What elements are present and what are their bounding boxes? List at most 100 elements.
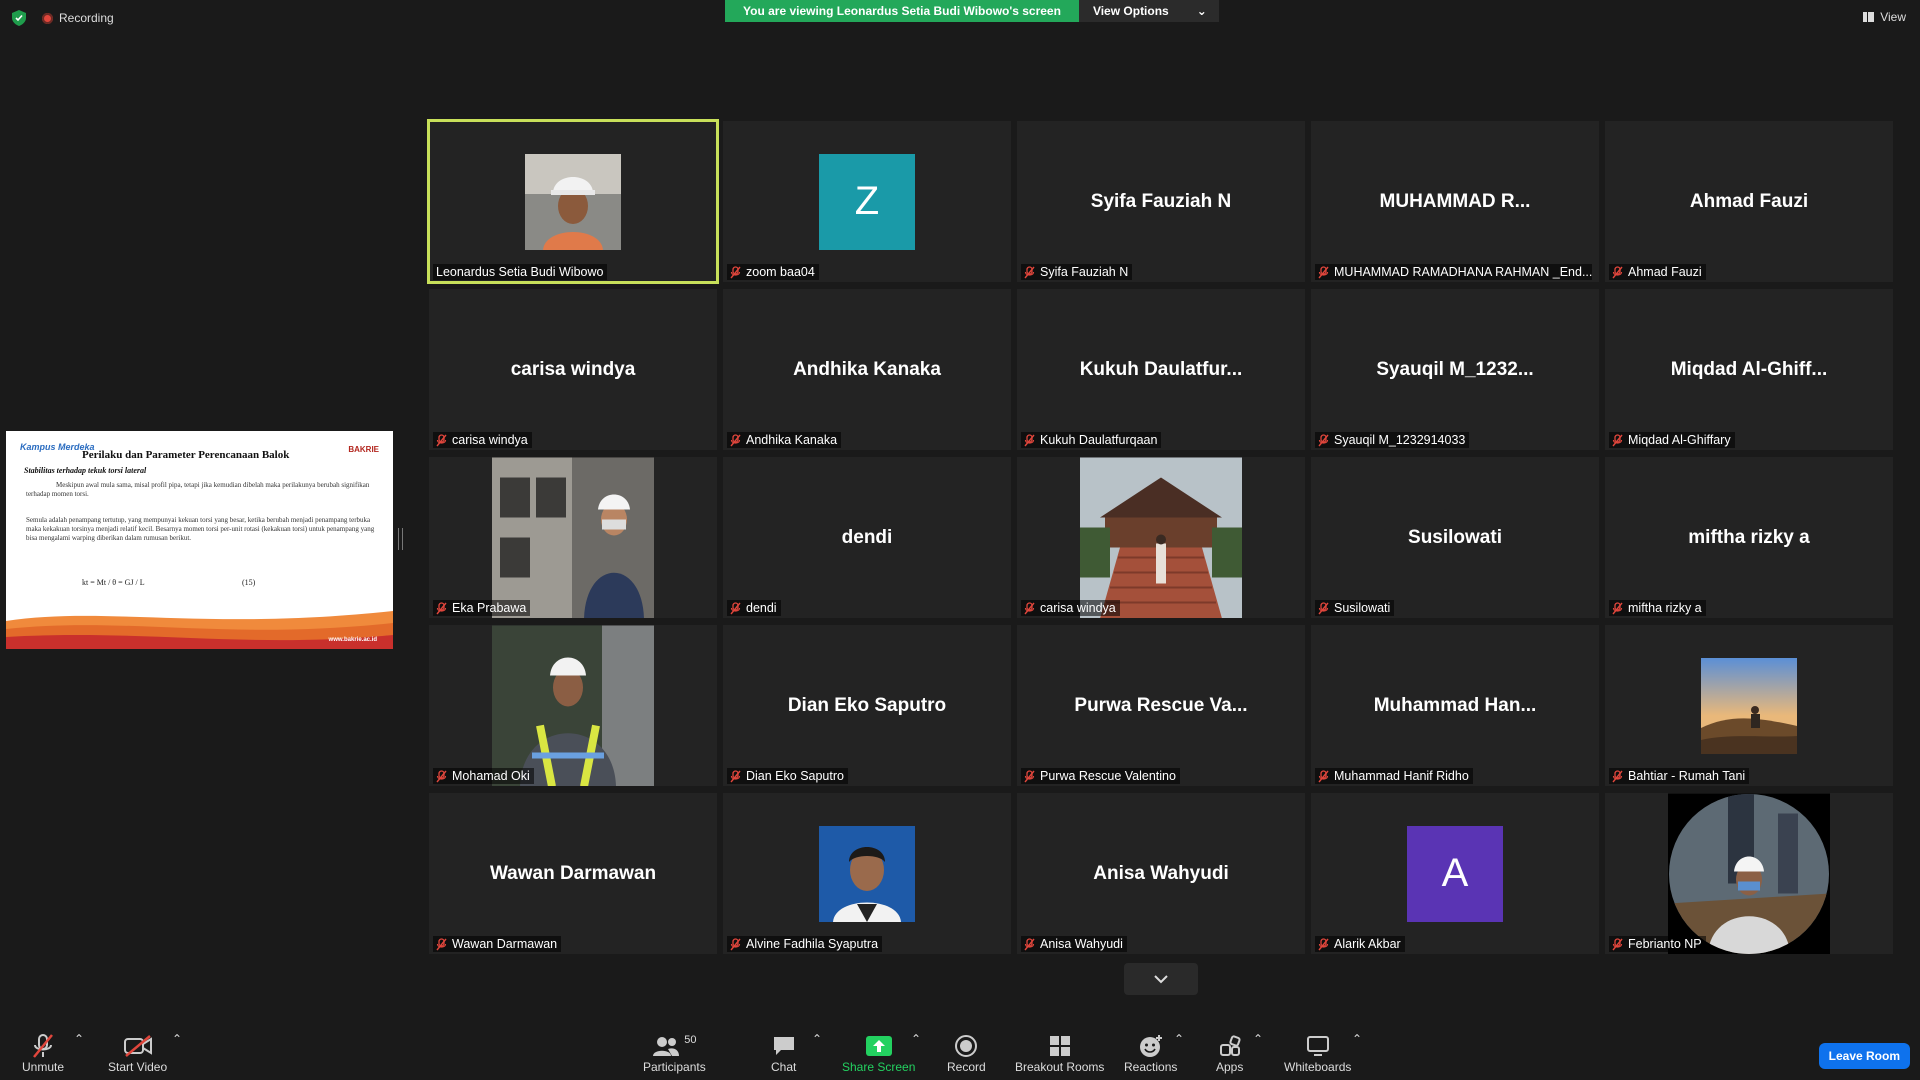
- participant-display-name: dendi: [841, 526, 893, 548]
- participant-tile[interactable]: Alvine Fadhila Syaputra: [723, 793, 1011, 954]
- chevron-down-icon: ⌄: [1196, 4, 1207, 18]
- participant-name: Miqdad Al-Ghiffary: [1628, 433, 1731, 447]
- participant-name: Febrianto NP: [1628, 937, 1702, 951]
- share-screen-button[interactable]: Share Screen: [842, 1032, 915, 1074]
- participant-name-label: Mohamad Oki: [433, 768, 534, 784]
- apps-button[interactable]: Apps: [1216, 1032, 1243, 1074]
- participant-tile[interactable]: A Alarik Akbar: [1311, 793, 1599, 954]
- participant-display-name: Wawan Darmawan: [489, 862, 657, 884]
- slide-paragraph-1: Meskipun awal mula sama, misal profil pi…: [26, 481, 370, 498]
- record-icon: [955, 1035, 978, 1057]
- whiteboards-button[interactable]: Whiteboards: [1284, 1032, 1351, 1074]
- participant-name: Dian Eko Saputro: [746, 769, 844, 783]
- share-options-caret-icon[interactable]: ⌃: [911, 1032, 921, 1046]
- microphone-muted-icon: [1024, 601, 1035, 614]
- security-shield-icon[interactable]: [12, 10, 26, 26]
- microphone-muted-icon: [1612, 433, 1623, 446]
- participant-name-label: Bahtiar - Rumah Tani: [1609, 768, 1750, 784]
- participant-display-name: Anisa Wahyudi: [1093, 862, 1229, 884]
- participant-display-name: Dian Eko Saputro: [787, 694, 947, 716]
- participant-display-name: Susilowati: [1408, 526, 1502, 548]
- participant-tile[interactable]: MUHAMMAD R... MUHAMMAD RAMADHANA RAHMAN _…: [1311, 121, 1599, 282]
- participant-name: Alvine Fadhila Syaputra: [746, 937, 879, 951]
- bakrie-logo: BAKRIE: [348, 445, 379, 454]
- leave-room-button[interactable]: Leave Room: [1818, 1043, 1910, 1069]
- microphone-muted-icon: [436, 433, 447, 446]
- participant-tile[interactable]: Dian Eko Saputro Dian Eko Saputro: [723, 625, 1011, 786]
- participant-tile[interactable]: Andhika Kanaka Andhika Kanaka: [723, 289, 1011, 450]
- participant-tile[interactable]: Febrianto NP: [1605, 793, 1893, 954]
- participant-name-label: Miqdad Al-Ghiffary: [1609, 432, 1735, 448]
- participant-name: dendi: [746, 601, 777, 615]
- participant-name: Syauqil M_1232914033: [1334, 433, 1466, 447]
- reactions-options-caret-icon[interactable]: ⌃: [1174, 1032, 1184, 1046]
- microphone-muted-icon: [730, 769, 741, 782]
- recording-label: Recording: [59, 11, 114, 25]
- microphone-muted-icon: [730, 601, 741, 614]
- meeting-toolbar: Unmute ⌃ Start Video ⌃ 50 Participants C…: [0, 1010, 1920, 1080]
- reactions-smiley-icon: [1139, 1035, 1162, 1057]
- participant-name-label: miftha rizky a: [1609, 600, 1706, 616]
- participant-tile[interactable]: Syauqil M_1232... Syauqil M_1232914033: [1311, 289, 1599, 450]
- participant-display-name: carisa windya: [510, 358, 636, 380]
- slide-url: www.bakrie.ac.id: [328, 637, 377, 643]
- participant-name: Ahmad Fauzi: [1628, 265, 1702, 279]
- participant-display-name: Muhammad Han...: [1373, 694, 1537, 716]
- unmute-button[interactable]: Unmute: [22, 1032, 64, 1074]
- breakout-rooms-button[interactable]: Breakout Rooms: [1015, 1032, 1104, 1074]
- slide-subtitle: Stabilitas terhadap tekuk torsi lateral: [24, 466, 147, 475]
- view-options-button[interactable]: View Options ⌄: [1078, 0, 1219, 22]
- whiteboard-icon: [1306, 1036, 1329, 1056]
- participant-tile[interactable]: Wawan Darmawan Wawan Darmawan: [429, 793, 717, 954]
- participant-name-label: Syauqil M_1232914033: [1315, 432, 1470, 448]
- chat-options-caret-icon[interactable]: ⌃: [812, 1032, 822, 1046]
- participant-tile[interactable]: carisa windya: [1017, 457, 1305, 618]
- microphone-muted-icon: [1612, 769, 1623, 782]
- participant-tile[interactable]: Purwa Rescue Va... Purwa Rescue Valentino: [1017, 625, 1305, 786]
- view-label: View: [1880, 10, 1906, 24]
- participant-name-label: Andhika Kanaka: [727, 432, 842, 448]
- participant-tile[interactable]: dendi dendi: [723, 457, 1011, 618]
- slide-equation-number: (15): [242, 578, 256, 587]
- participant-tile[interactable]: Kukuh Daulatfur... Kukuh Daulatfurqaan: [1017, 289, 1305, 450]
- start-video-button[interactable]: Start Video: [108, 1032, 167, 1074]
- participants-button[interactable]: 50 Participants: [643, 1032, 706, 1074]
- participant-tile[interactable]: Syifa Fauziah N Syifa Fauziah N: [1017, 121, 1305, 282]
- avatar: A: [1407, 825, 1503, 922]
- participant-tile[interactable]: Bahtiar - Rumah Tani: [1605, 625, 1893, 786]
- gallery-next-page-button[interactable]: [1124, 963, 1198, 995]
- participant-tile[interactable]: Muhammad Han... Muhammad Hanif Ridho: [1311, 625, 1599, 786]
- participant-tile[interactable]: Leonardus Setia Budi Wibowo: [427, 119, 719, 284]
- splitter-handle[interactable]: [398, 528, 403, 550]
- participant-tile[interactable]: carisa windya carisa windya: [429, 289, 717, 450]
- video-options-caret-icon[interactable]: ⌃: [172, 1032, 182, 1046]
- apps-options-caret-icon[interactable]: ⌃: [1253, 1032, 1263, 1046]
- participant-tile[interactable]: Zzoom baa04: [723, 121, 1011, 282]
- participant-name-label: Leonardus Setia Budi Wibowo: [433, 264, 608, 280]
- participant-name-label: Susilowati: [1315, 600, 1395, 616]
- participant-name-label: Alarik Akbar: [1315, 936, 1405, 952]
- participant-tile[interactable]: Susilowati Susilowati: [1311, 457, 1599, 618]
- unmute-label: Unmute: [22, 1060, 65, 1074]
- participant-tile[interactable]: Ahmad Fauzi Ahmad Fauzi: [1605, 121, 1893, 282]
- record-button[interactable]: Record: [947, 1032, 986, 1074]
- participant-tile[interactable]: miftha rizky a miftha rizky a: [1605, 457, 1893, 618]
- participant-tile[interactable]: Anisa Wahyudi Anisa Wahyudi: [1017, 793, 1305, 954]
- view-button[interactable]: View: [1863, 10, 1906, 24]
- recording-indicator[interactable]: Recording: [42, 11, 114, 25]
- chat-button[interactable]: Chat: [771, 1032, 796, 1074]
- reactions-label: Reactions: [1124, 1060, 1178, 1074]
- participant-tile[interactable]: Mohamad Oki: [429, 625, 717, 786]
- recording-dot-icon: [42, 12, 53, 24]
- audio-options-caret-icon[interactable]: ⌃: [74, 1032, 84, 1046]
- avatar: Z: [819, 153, 915, 250]
- reactions-button[interactable]: Reactions: [1124, 1032, 1177, 1074]
- participant-name: Alarik Akbar: [1334, 937, 1401, 951]
- participant-tile[interactable]: Eka Prabawa: [429, 457, 717, 618]
- whiteboards-label: Whiteboards: [1284, 1060, 1352, 1074]
- shared-screen-view[interactable]: Kampus Merdeka BAKRIE Perilaku dan Param…: [6, 431, 393, 649]
- participant-display-name: Purwa Rescue Va...: [1074, 694, 1248, 716]
- whiteboards-options-caret-icon[interactable]: ⌃: [1352, 1032, 1362, 1046]
- participant-name: Purwa Rescue Valentino: [1040, 769, 1176, 783]
- participant-tile[interactable]: Miqdad Al-Ghiff... Miqdad Al-Ghiffary: [1605, 289, 1893, 450]
